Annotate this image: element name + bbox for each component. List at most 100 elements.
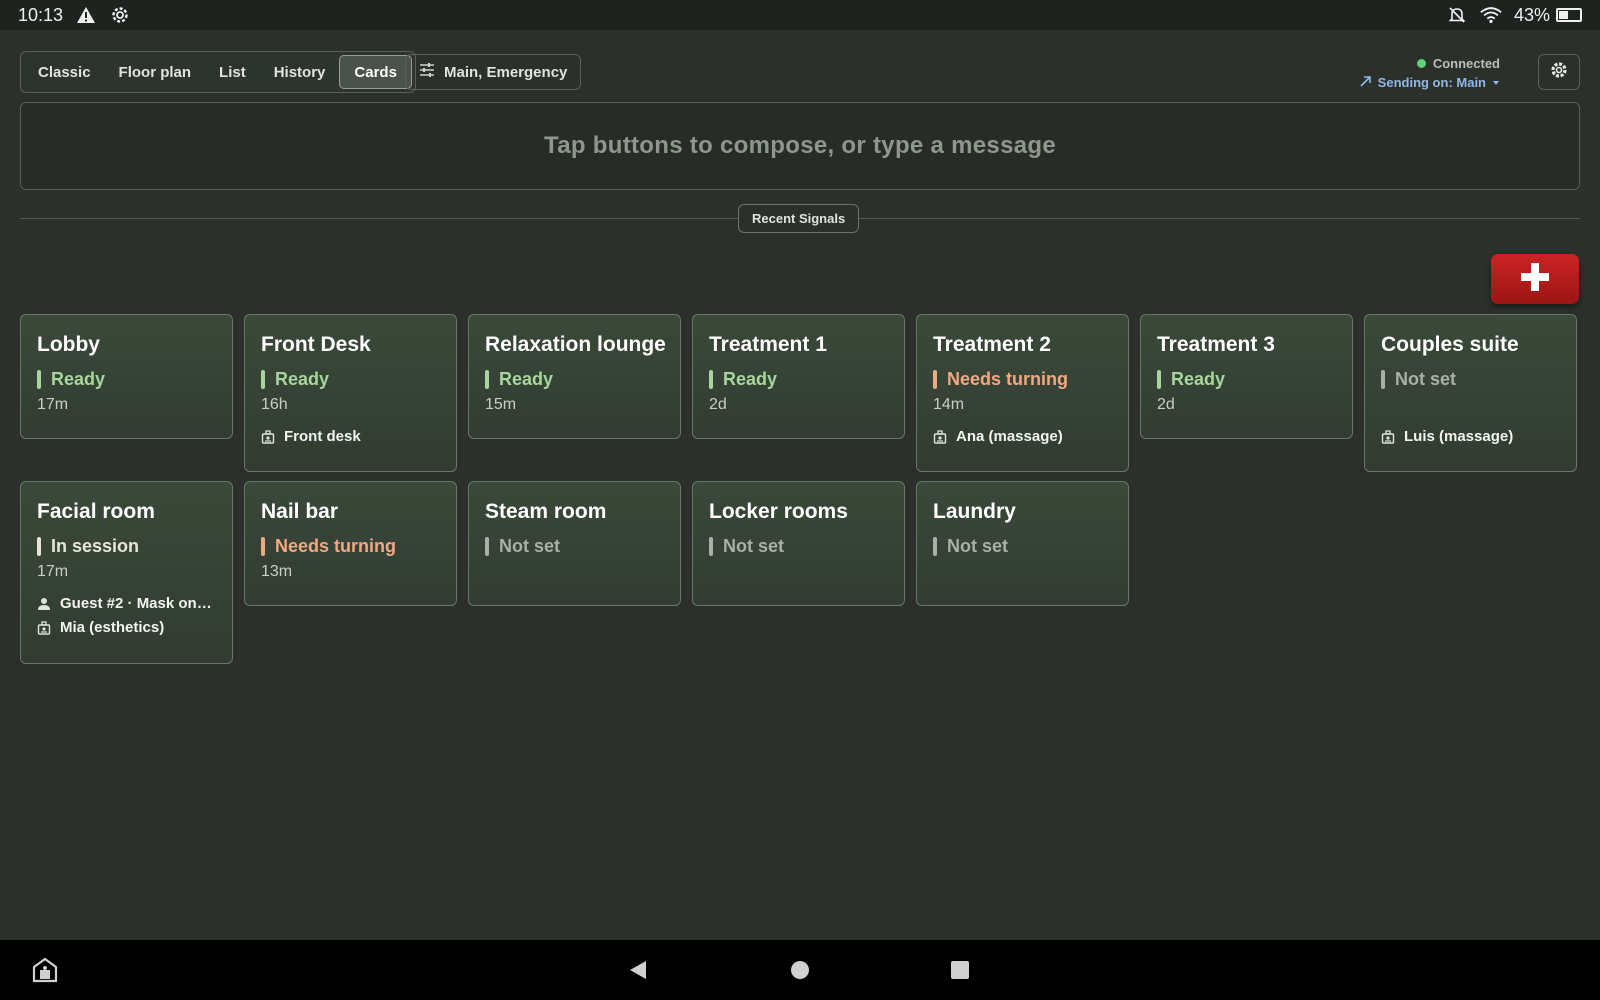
staff-icon — [1381, 429, 1395, 444]
room-status: Ready — [37, 369, 216, 390]
room-elapsed-time: 16h — [261, 396, 288, 413]
channel-filter-button[interactable]: Main, Emergency — [405, 54, 582, 90]
room-elapsed-time: 13m — [261, 563, 293, 580]
room-status: Not set — [709, 536, 888, 557]
battery-percent: 43% — [1513, 4, 1550, 25]
recents-icon[interactable] — [944, 954, 976, 986]
app-switcher-icon[interactable] — [29, 954, 61, 986]
sending-channel-selector[interactable]: Sending on: Main — [1360, 73, 1500, 92]
connection-dot — [1416, 59, 1426, 68]
emergency-button[interactable] — [1491, 254, 1579, 304]
settings-gear-icon — [109, 4, 131, 26]
staff-icon — [37, 620, 51, 635]
status-label: Ready — [1171, 369, 1226, 389]
status-indicator — [485, 370, 489, 389]
compose-placeholder: Tap buttons to compose, or type a messag… — [544, 132, 1056, 159]
tab-classic[interactable]: Classic — [24, 55, 105, 89]
battery-indicator: 43% — [1514, 5, 1582, 26]
room-elapsed-time — [709, 563, 888, 583]
room-name: Laundry — [933, 500, 1016, 523]
room-elapsed-time — [485, 563, 664, 583]
room-name: Steam room — [485, 500, 607, 523]
status-label: Needs turning — [947, 369, 1069, 389]
battery-level-fill — [1559, 11, 1569, 19]
arrow-up-right-icon — [1360, 73, 1372, 92]
room-meta-row: Luis (massage) — [1381, 428, 1560, 445]
tab-history[interactable]: History — [260, 55, 340, 89]
room-meta-text: Luis (massage) — [1404, 428, 1514, 445]
room-status: Ready — [261, 369, 440, 390]
staff-icon — [261, 429, 275, 444]
staff-icon — [933, 429, 947, 444]
room-card-relaxation-lounge[interactable]: Relaxation lounge Ready 15m — [468, 314, 681, 439]
room-name: Front Desk — [261, 333, 371, 356]
status-label: Not set — [947, 536, 1009, 556]
room-elapsed-time: 17m — [37, 396, 69, 413]
view-mode-tabs: Classic Floor plan List History Cards — [20, 51, 416, 93]
gear-icon — [1549, 60, 1569, 85]
home-icon[interactable] — [784, 954, 816, 986]
status-indicator — [709, 537, 713, 556]
status-label: Ready — [51, 369, 106, 389]
room-status: Ready — [1157, 369, 1336, 390]
room-card-front-desk[interactable]: Front Desk Ready 16h Front desk — [244, 314, 457, 472]
room-status: Not set — [485, 536, 664, 557]
status-indicator — [709, 370, 713, 389]
room-elapsed-time: 15m — [485, 396, 517, 413]
room-elapsed-time: 14m — [933, 396, 965, 413]
status-indicator — [485, 537, 489, 556]
status-indicator — [261, 537, 265, 556]
room-card-treatment-3[interactable]: Treatment 3 Ready 2d — [1140, 314, 1353, 439]
wifi-icon — [1480, 4, 1502, 26]
status-indicator — [37, 537, 41, 556]
room-status: Not set — [1381, 369, 1560, 390]
settings-button[interactable] — [1538, 54, 1580, 90]
room-card-lobby[interactable]: Lobby Ready 17m — [20, 314, 233, 439]
room-name: Lobby — [37, 333, 100, 356]
clock: 10:13 — [18, 4, 64, 25]
room-meta-text: Front desk — [284, 428, 361, 445]
room-meta-row: Guest #2 · Mask on… — [37, 595, 216, 612]
chevron-down-icon — [1492, 73, 1500, 92]
status-indicator — [1381, 370, 1385, 389]
status-label: Not set — [499, 536, 561, 556]
tab-cards[interactable]: Cards — [339, 55, 412, 89]
tab-list[interactable]: List — [205, 55, 260, 89]
sliders-icon — [419, 63, 435, 81]
room-card-facial-room[interactable]: Facial room In session 17m Guest #2 · Mask … — [20, 481, 233, 664]
back-icon[interactable] — [622, 954, 654, 986]
room-card-treatment-2[interactable]: Treatment 2 Needs turning 14m Ana (massage) — [916, 314, 1129, 472]
room-card-laundry[interactable]: Laundry Not set — [916, 481, 1129, 606]
room-meta-row: Ana (massage) — [933, 428, 1112, 445]
filter-label: Main, Emergency — [444, 63, 568, 81]
status-label: Ready — [499, 369, 554, 389]
room-meta-text: Ana (massage) — [956, 428, 1063, 445]
room-name: Locker rooms — [709, 500, 848, 523]
room-name: Relaxation lounge — [485, 333, 666, 356]
notifications-off-icon — [1446, 4, 1468, 26]
room-name: Treatment 3 — [1157, 333, 1275, 356]
room-card-treatment-1[interactable]: Treatment 1 Ready 2d — [692, 314, 905, 439]
compose-input[interactable]: Tap buttons to compose, or type a messag… — [20, 102, 1580, 190]
sending-label: Sending on: Main — [1377, 75, 1486, 90]
room-card-nail-bar[interactable]: Nail bar Needs turning 13m — [244, 481, 457, 606]
status-indicator — [1157, 370, 1161, 389]
connection-block: Connected Sending on: Main — [1360, 54, 1500, 92]
room-name: Treatment 2 — [933, 333, 1051, 356]
tab-floor-plan[interactable]: Floor plan — [105, 55, 206, 89]
system-navigation-bar — [0, 940, 1600, 1000]
room-name: Couples suite — [1381, 333, 1519, 356]
room-elapsed-time — [1381, 396, 1560, 416]
system-status-bar: 10:13 43% — [0, 0, 1600, 30]
status-indicator — [933, 537, 937, 556]
room-status: Ready — [485, 369, 664, 390]
status-label: Ready — [275, 369, 330, 389]
room-card-steam-room[interactable]: Steam room Not set — [468, 481, 681, 606]
room-card-locker-rooms[interactable]: Locker rooms Not set — [692, 481, 905, 606]
connection-label: Connected — [1432, 56, 1500, 71]
connection-status: Connected — [1360, 54, 1500, 73]
recent-signals-button[interactable]: Recent Signals — [738, 204, 860, 233]
status-label: Not set — [1395, 369, 1457, 389]
room-card-couples-suite[interactable]: Couples suite Not set Luis (massage) — [1364, 314, 1577, 472]
status-indicator — [933, 370, 937, 389]
